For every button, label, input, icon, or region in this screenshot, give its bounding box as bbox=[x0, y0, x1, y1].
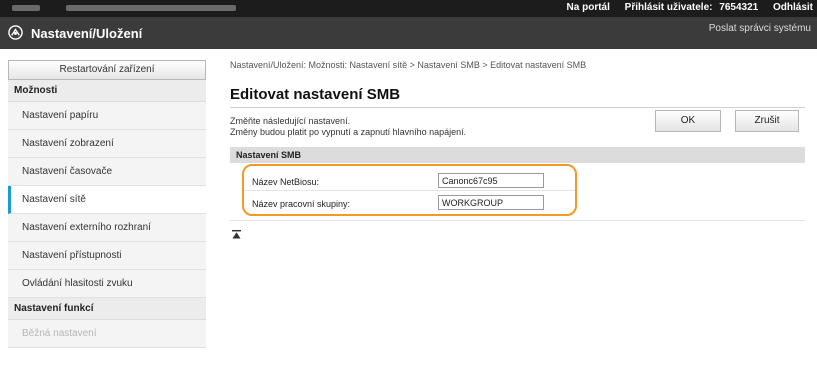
section-header: Nastavení SMB bbox=[230, 147, 805, 163]
app-title: Nastavení/Uložení bbox=[31, 26, 143, 41]
sidebar-item-volume[interactable]: Ovládání hlasitosti zvuku bbox=[8, 270, 206, 298]
cancel-button[interactable]: Zrušit bbox=[735, 110, 799, 132]
restart-device-button[interactable]: Restartování zařízení bbox=[8, 60, 206, 80]
sidebar-item-paper[interactable]: Nastavení papíru bbox=[8, 102, 206, 130]
instruction-line: Změňte následující nastavení. bbox=[230, 116, 351, 126]
blurred-text bbox=[12, 5, 40, 11]
sidebar-item-external-interface[interactable]: Nastavení externího rozhraní bbox=[8, 214, 206, 242]
ok-button[interactable]: OK bbox=[655, 110, 721, 132]
instruction-line: Změny budou platit po vypnutí a zapnutí … bbox=[230, 127, 467, 137]
instructions: Změňte následující nastavení. Změny budo… bbox=[230, 116, 466, 138]
sidebar: Restartování zařízení Možnosti Nastavení… bbox=[8, 60, 206, 371]
divider bbox=[230, 107, 805, 108]
page-title: Editovat nastavení SMB bbox=[230, 86, 401, 103]
sidebar-item-common[interactable]: Běžná nastavení bbox=[8, 320, 206, 348]
breadcrumb: Nastavení/Uložení: Možnosti: Nastavení s… bbox=[230, 60, 587, 70]
workgroup-label: Název pracovní skupiny: bbox=[252, 199, 351, 209]
netbios-input[interactable] bbox=[438, 173, 544, 188]
user-id: 7654321 bbox=[719, 2, 759, 13]
send-to-admin-link[interactable]: Poslat správci systému bbox=[709, 23, 811, 34]
login-label: Přihlásit uživatele: bbox=[624, 2, 713, 13]
settings-icon bbox=[8, 25, 23, 40]
sidebar-section-functions: Nastavení funkcí bbox=[8, 298, 206, 320]
logout-link[interactable]: Odhlásit bbox=[773, 2, 813, 13]
sidebar-item-accessibility[interactable]: Nastavení přístupnosti bbox=[8, 242, 206, 270]
divider bbox=[230, 220, 805, 221]
title-bar: Nastavení/Uložení Poslat správci systému bbox=[0, 17, 817, 49]
sidebar-item-display[interactable]: Nastavení zobrazení bbox=[8, 130, 206, 158]
sidebar-item-timer[interactable]: Nastavení časovače bbox=[8, 158, 206, 186]
top-bar: Na portál Přihlásit uživatele: 7654321 O… bbox=[0, 0, 817, 17]
netbios-label: Název NetBiosu: bbox=[252, 177, 320, 187]
main-content: Nastavení/Uložení: Možnosti: Nastavení s… bbox=[230, 60, 817, 239]
sidebar-item-network[interactable]: Nastavení sítě bbox=[8, 186, 206, 214]
sidebar-section-options: Možnosti bbox=[8, 80, 206, 102]
row-divider bbox=[244, 190, 575, 191]
highlighted-fields: Název NetBiosu: Název pracovní skupiny: bbox=[242, 164, 577, 216]
scroll-to-top-icon[interactable] bbox=[232, 230, 241, 239]
workgroup-input[interactable] bbox=[438, 195, 544, 210]
top-links: Na portál Přihlásit uživatele: 7654321 O… bbox=[555, 2, 813, 13]
blurred-text bbox=[66, 5, 236, 11]
portal-link[interactable]: Na portál bbox=[567, 2, 610, 13]
